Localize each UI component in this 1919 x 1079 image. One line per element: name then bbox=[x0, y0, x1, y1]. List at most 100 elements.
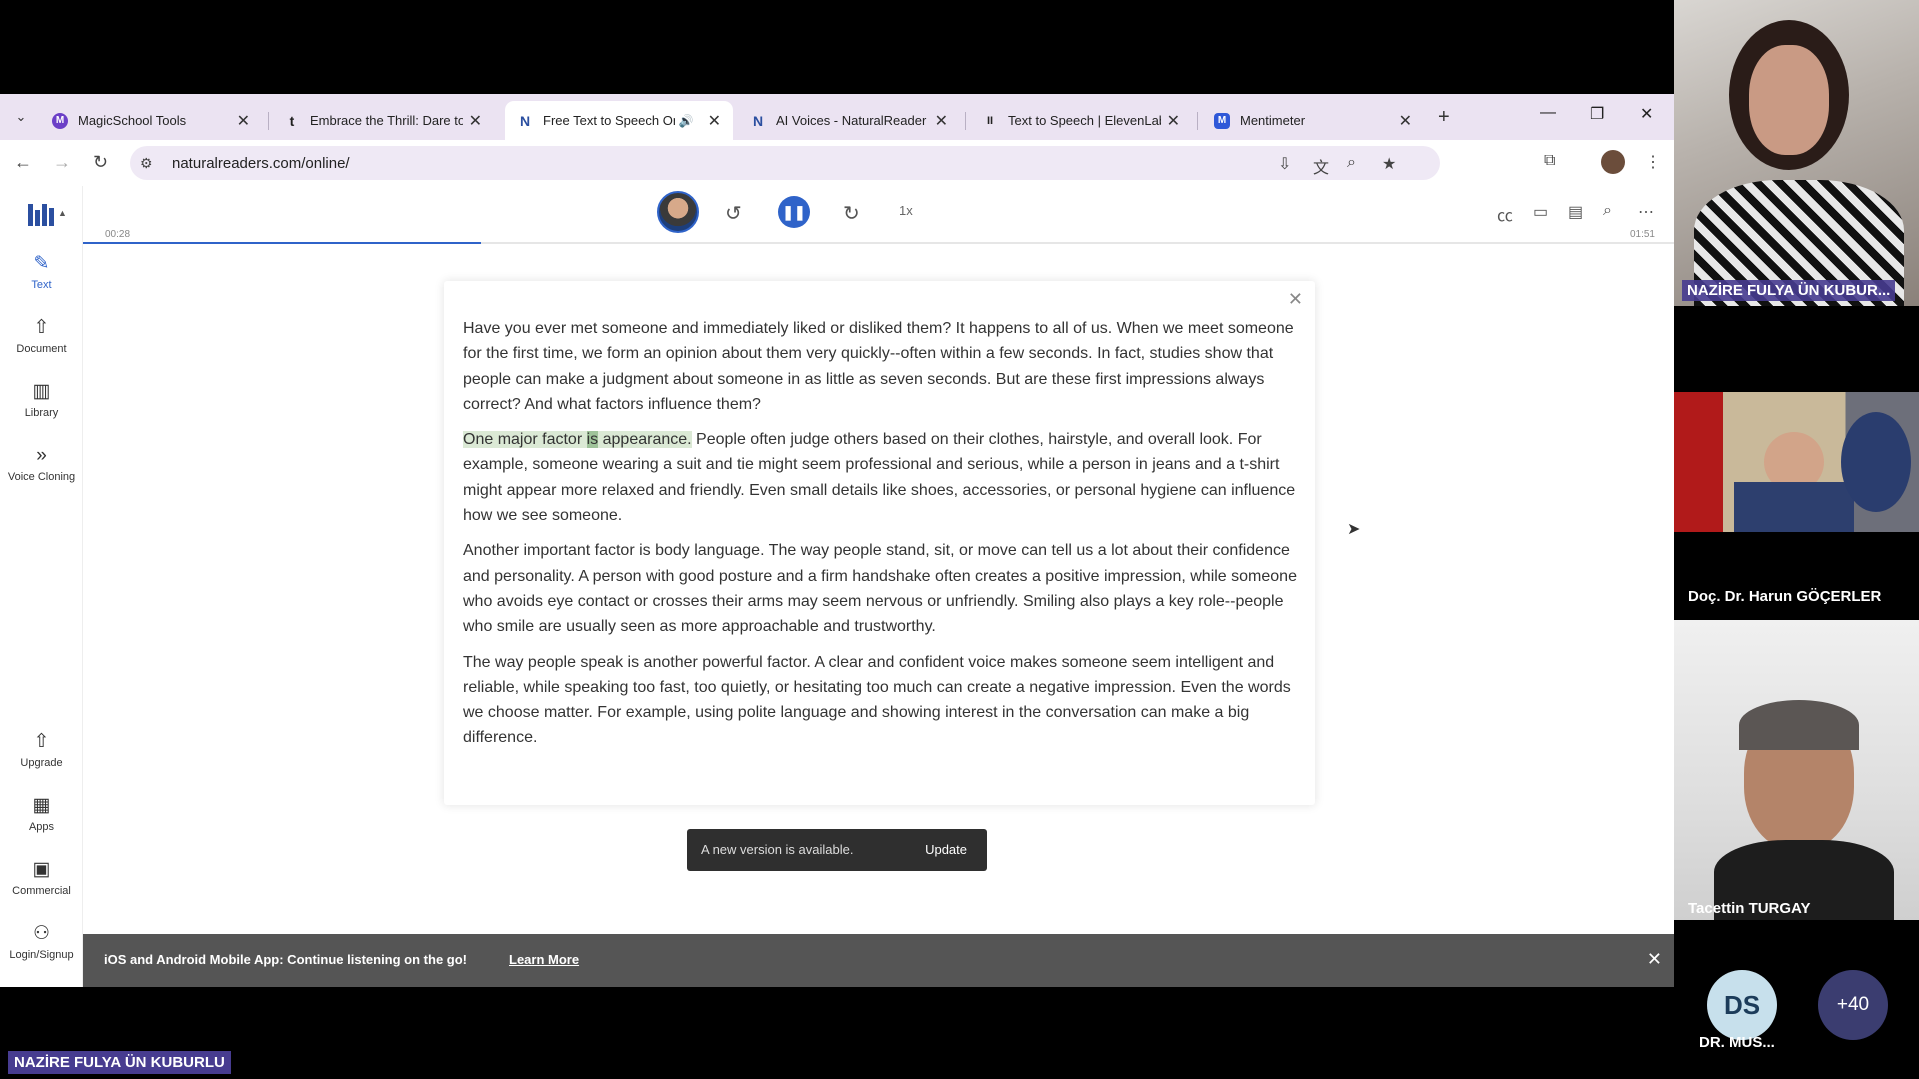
chevron-up-icon[interactable]: ▲ bbox=[58, 208, 67, 218]
forward-icon[interactable]: → bbox=[53, 152, 71, 173]
sidebar-item-apps[interactable]: ▦ Apps bbox=[0, 794, 83, 833]
close-banner-icon[interactable]: ✕ bbox=[1647, 949, 1662, 970]
zoom-icon[interactable]: ⌕ bbox=[1347, 154, 1356, 172]
save-icon[interactable]: ▤ bbox=[1568, 202, 1583, 222]
tab-search-chevron-icon[interactable]: ⌄ bbox=[10, 106, 32, 128]
more-options-icon[interactable]: ⋯ bbox=[1638, 202, 1654, 222]
close-document-icon[interactable]: ✕ bbox=[1288, 289, 1303, 310]
mentimeter-icon: M bbox=[1214, 112, 1230, 129]
sidebar-item-document[interactable]: ⇧ Document bbox=[0, 316, 83, 355]
player-bar: ↺ ❚❚ ↻ 1x ㏄ ▭ ▤ ⌕ ⋯ 00:28 01:51 bbox=[83, 186, 1674, 246]
update-toast: A new version is available. Update bbox=[687, 829, 987, 871]
time-total: 01:51 bbox=[1629, 229, 1655, 240]
magicschool-icon: M bbox=[52, 112, 68, 129]
tab-title: Embrace the Thrill: Dare to bbox=[310, 113, 463, 128]
tab-mentimeter[interactable]: M Mentimeter ✕ bbox=[1202, 101, 1424, 140]
tab-separator bbox=[965, 112, 966, 130]
tab-ai-voices[interactable]: N AI Voices - NaturalReader ✕ bbox=[738, 101, 960, 140]
mobile-app-banner: iOS and Android Mobile App: Continue lis… bbox=[83, 934, 1674, 987]
tab-free-text-to-speech[interactable]: N Free Text to Speech On 🔊 ✕ bbox=[505, 101, 733, 140]
sidebar-item-library[interactable]: ▥ Library bbox=[0, 380, 83, 419]
speaker-icon[interactable]: 🔊 bbox=[679, 114, 694, 128]
address-bar: ← → ↻ ⚙ naturalreaders.com/online/ ★ ⌕ 文… bbox=[0, 140, 1674, 186]
tab-title: Mentimeter bbox=[1240, 113, 1306, 128]
close-tab-icon[interactable]: ✕ bbox=[237, 111, 250, 131]
highlighted-sentence: One major factor is appearance. bbox=[463, 431, 692, 449]
close-tab-icon[interactable]: ✕ bbox=[1399, 111, 1412, 131]
apps-icon: ▦ bbox=[32, 795, 51, 816]
omnibox[interactable]: ⚙ naturalreaders.com/online/ ★ ⌕ 文 ⇩ bbox=[130, 146, 1440, 180]
sidebar-item-label: Document bbox=[16, 343, 67, 355]
paragraph: Have you ever met someone and immediatel… bbox=[463, 320, 1294, 413]
restore-icon[interactable]: ❐ bbox=[1590, 104, 1604, 124]
learn-more-link[interactable]: Learn More bbox=[509, 952, 579, 967]
toast-message: A new version is available. bbox=[701, 842, 854, 857]
update-button[interactable]: Update bbox=[925, 842, 967, 857]
tab-magicschool[interactable]: M MagicSchool Tools ✕ bbox=[40, 101, 262, 140]
search-icon[interactable]: ⌕ bbox=[1603, 202, 1612, 220]
paragraph: The way people speak is another powerful… bbox=[463, 653, 1291, 747]
naturalreader-logo[interactable] bbox=[28, 204, 56, 226]
app-sidebar: ▲ ✎ Text ⇧ Document ▥ Library » Voice Cl… bbox=[0, 186, 83, 987]
participant-video-1[interactable]: NAZİRE FULYA ÜN KUBUR... bbox=[1674, 0, 1919, 306]
tab-separator bbox=[1197, 112, 1198, 130]
highlighted-text: appearance. bbox=[598, 431, 692, 449]
tab-title: AI Voices - NaturalReader bbox=[776, 113, 927, 128]
document-text[interactable]: Have you ever met someone and immediatel… bbox=[463, 316, 1299, 761]
document-card: ✕ Have you ever met someone and immediat… bbox=[444, 281, 1315, 805]
translate-icon[interactable]: 文 bbox=[1313, 154, 1329, 178]
time-elapsed: 00:28 bbox=[105, 229, 131, 240]
sidebar-item-label: Library bbox=[24, 407, 59, 419]
sidebar-item-commercial[interactable]: ▣ Commercial bbox=[0, 858, 83, 897]
briefcase-icon: ▣ bbox=[32, 859, 51, 880]
sidebar-item-voice-cloning[interactable]: » Voice Cloning bbox=[0, 444, 83, 483]
site-info-icon[interactable]: ⚙ bbox=[140, 155, 153, 172]
pause-button[interactable]: ❚❚ bbox=[778, 196, 810, 228]
more-participants-badge[interactable]: +40 bbox=[1818, 970, 1888, 1040]
new-tab-plus-icon[interactable]: + bbox=[1438, 106, 1450, 129]
progress-fill bbox=[83, 242, 481, 244]
close-tab-icon[interactable]: ✕ bbox=[708, 111, 721, 131]
close-tab-icon[interactable]: ✕ bbox=[469, 111, 482, 131]
sidebar-item-label: Commercial bbox=[12, 885, 71, 897]
participant-avatar[interactable]: DS bbox=[1707, 970, 1777, 1040]
install-app-icon[interactable]: ⇩ bbox=[1278, 154, 1291, 174]
naturalreader-icon: N bbox=[752, 112, 764, 129]
tab-title: Free Text to Speech On bbox=[543, 113, 675, 128]
browser-menu-icon[interactable]: ⋮ bbox=[1645, 152, 1661, 172]
extensions-icon[interactable]: ⧉ bbox=[1544, 152, 1555, 170]
forward-skip-icon[interactable]: ↻ bbox=[843, 201, 860, 226]
tab-elevenlabs[interactable]: II Text to Speech | ElevenLab ✕ bbox=[970, 101, 1192, 140]
edit-icon: ✎ bbox=[33, 253, 50, 274]
paragraph: Another important factor is body languag… bbox=[463, 542, 1297, 636]
tab-embrace[interactable]: t Embrace the Thrill: Dare to ✕ bbox=[272, 101, 494, 140]
banner-message: iOS and Android Mobile App: Continue lis… bbox=[104, 952, 467, 967]
presenter-name-tag: NAZİRE FULYA ÜN KUBURLU bbox=[8, 1051, 231, 1074]
participant-video-2[interactable] bbox=[1674, 392, 1919, 532]
sidebar-item-login[interactable]: ⚇ Login/Signup bbox=[0, 922, 83, 961]
sidebar-item-upgrade[interactable]: ⇧ Upgrade bbox=[0, 730, 83, 769]
close-tab-icon[interactable]: ✕ bbox=[1167, 111, 1180, 131]
clipboard-icon[interactable]: ▭ bbox=[1533, 202, 1548, 222]
bookmark-star-icon[interactable]: ★ bbox=[1382, 154, 1396, 174]
sidebar-item-text[interactable]: ✎ Text bbox=[0, 252, 83, 291]
back-icon[interactable]: ← bbox=[14, 152, 32, 173]
reload-icon[interactable]: ↻ bbox=[93, 152, 108, 173]
rewind-icon[interactable]: ↺ bbox=[725, 201, 742, 226]
captions-icon[interactable]: ㏄ bbox=[1497, 202, 1513, 226]
upgrade-icon: ⇧ bbox=[33, 731, 50, 752]
participant-video-3[interactable] bbox=[1674, 620, 1919, 920]
narrator-avatar[interactable] bbox=[657, 191, 699, 233]
user-icon: ⚇ bbox=[32, 923, 51, 944]
tab-strip: ⌄ M MagicSchool Tools ✕ t Embrace the Th… bbox=[0, 94, 1674, 140]
window-close-icon[interactable]: ✕ bbox=[1640, 104, 1653, 124]
minimize-icon[interactable]: — bbox=[1540, 104, 1556, 122]
progress-track[interactable] bbox=[83, 242, 1674, 244]
sidebar-item-label: Login/Signup bbox=[9, 949, 74, 961]
tumblr-icon: t bbox=[289, 112, 295, 129]
speed-selector[interactable]: 1x bbox=[899, 203, 913, 218]
participant-name: DR. MUS... bbox=[1699, 1034, 1775, 1051]
close-tab-icon[interactable]: ✕ bbox=[935, 111, 948, 131]
profile-avatar[interactable] bbox=[1601, 150, 1625, 174]
participant-name: Doç. Dr. Harun GÖÇERLER bbox=[1688, 588, 1882, 605]
